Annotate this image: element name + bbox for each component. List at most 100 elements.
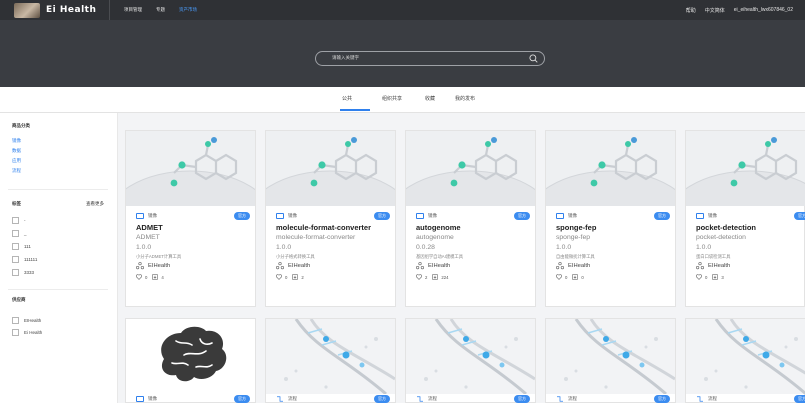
asset-type: 镜像 (136, 396, 157, 402)
download-count: 0 (581, 274, 584, 280)
search-icon[interactable] (529, 54, 538, 63)
asset-name[interactable]: ADMET (136, 223, 163, 232)
monitor-icon (696, 213, 704, 219)
search-placeholder: 请输入关键字 (332, 55, 359, 60)
asset-type-label: 镜像 (288, 213, 297, 218)
asset-description: 小分子格式转换工具 (276, 254, 315, 259)
asset-type: 流程 (556, 396, 577, 402)
brain-icon (161, 326, 227, 382)
tab-favorites[interactable]: 收藏 (425, 95, 435, 102)
asset-name[interactable]: molecule-format-converter (276, 223, 371, 232)
app-logo[interactable]: Ei Health (0, 0, 110, 20)
asset-card[interactable]: 官方 流程 (405, 318, 536, 403)
asset-description: 蛋白口袋检测工具 (696, 254, 731, 259)
supplier-checkbox[interactable]: Ei Health (12, 329, 42, 336)
asset-type: 镜像 (416, 213, 437, 219)
asset-card[interactable]: 官方 流程 (265, 318, 396, 403)
asset-type-label: 镜像 (428, 213, 437, 218)
nav-item-topics[interactable]: 专题 (156, 7, 165, 13)
asset-author: EIHealth (696, 262, 730, 270)
asset-card[interactable]: 官方 流程 (545, 318, 676, 403)
monitor-icon (276, 213, 284, 219)
tag-checkbox[interactable]: - (12, 217, 26, 224)
supplier-checkbox[interactable]: EIHealth (12, 317, 41, 324)
download-icon (712, 274, 719, 280)
heart-icon[interactable] (556, 274, 562, 280)
molecule-illustration (126, 131, 255, 206)
asset-name[interactable]: pocket-detection (696, 223, 756, 232)
asset-name[interactable]: autogenome (416, 223, 461, 232)
tab-strip: 公共 组织共享 收藏 我的发布 (0, 87, 805, 113)
checkbox-box (12, 317, 19, 324)
tag-label: 3333 (24, 270, 35, 275)
tags-title: 标签 (12, 201, 21, 206)
category-item-image[interactable]: 镜像 (12, 138, 21, 144)
category-title: 商品分类 (12, 123, 30, 128)
download-count: 224 (441, 274, 449, 280)
top-navigation-bar: Ei Health 项目管理 专题 资产市场 帮助 中文简体 ei_eiheal… (0, 0, 805, 20)
download-icon (292, 274, 299, 280)
heart-icon[interactable] (696, 274, 702, 280)
author-label: EIHealth (288, 263, 311, 269)
asset-card[interactable]: 官方 镜像 sponge-fep sponge-fep 1.0.0 自由能微扰计… (545, 130, 676, 307)
asset-type: 镜像 (696, 213, 717, 219)
heart-icon[interactable] (276, 274, 282, 280)
dna-illustration (546, 319, 675, 394)
language-switcher[interactable]: 中文简体 (705, 7, 725, 14)
checkbox-box (12, 217, 19, 224)
official-badge: 官方 (374, 212, 390, 220)
monitor-icon (136, 213, 144, 219)
tag-checkbox[interactable]: 111111 (12, 256, 37, 263)
tab-public[interactable]: 公共 (342, 95, 352, 102)
tags-view-more-link[interactable]: 查看更多 (86, 201, 104, 207)
asset-type-label: 流程 (288, 396, 297, 401)
molecule-icon (406, 137, 535, 206)
cluster-icon (696, 262, 704, 270)
asset-card[interactable]: 官方 流程 (685, 318, 805, 403)
asset-subname: sponge-fep (556, 234, 591, 241)
asset-card[interactable]: 官方 镜像 ADMET ADMET 1.0.0 小分子ADMET计算工具 EIH… (125, 130, 256, 307)
tag-checkbox[interactable]: 3333 (12, 269, 34, 276)
asset-type: 镜像 (136, 213, 157, 219)
nav-item-project-management[interactable]: 项目管理 (124, 7, 142, 13)
asset-type-label: 镜像 (708, 213, 717, 218)
supplier-label: Ei Health (24, 330, 43, 335)
tag-label: - (24, 218, 26, 223)
filter-sidebar: 商品分类 镜像 数据 应用 流程 标签 查看更多 - _ 111 111111 … (0, 113, 118, 403)
asset-author: EIHealth (416, 262, 450, 270)
asset-card[interactable]: 官方 镜像 pocket-detection pocket-detection … (685, 130, 805, 307)
tab-org-shared[interactable]: 组织共享 (382, 95, 402, 102)
tab-my-published[interactable]: 我的发布 (455, 95, 475, 102)
asset-name[interactable]: sponge-fep (556, 223, 596, 232)
asset-version: 1.0.0 (556, 244, 572, 251)
search-input[interactable]: 请输入关键字 (315, 51, 545, 66)
supplier-label: EIHealth (24, 318, 42, 323)
help-link[interactable]: 帮助 (686, 7, 696, 14)
user-menu[interactable]: ei_eihealth_lwx607846_02 (734, 7, 793, 14)
heart-icon[interactable] (136, 274, 142, 280)
asset-card[interactable]: 官方 镜像 molecule-format-converter molecule… (265, 130, 396, 307)
like-count: 0 (705, 274, 708, 280)
asset-type: 流程 (276, 396, 297, 402)
tag-checkbox[interactable]: 111 (12, 243, 31, 250)
category-item-workflow[interactable]: 流程 (12, 168, 21, 174)
asset-card[interactable]: 官方 镜像 autogenome autogenome 0.0.28 基因组学自… (405, 130, 536, 307)
heart-icon[interactable] (416, 274, 422, 280)
category-item-application[interactable]: 应用 (12, 158, 21, 164)
dna-illustration (406, 319, 535, 394)
download-count: 4 (161, 274, 164, 280)
official-badge: 官方 (514, 212, 530, 220)
nav-item-asset-market[interactable]: 资产市场 (179, 7, 197, 13)
like-count: 0 (145, 274, 148, 280)
like-count: 2 (425, 274, 428, 280)
official-badge: 官方 (514, 395, 530, 403)
tag-checkbox[interactable]: _ (12, 230, 27, 237)
asset-type-label: 镜像 (148, 213, 157, 218)
asset-type-label: 镜像 (148, 396, 157, 401)
asset-card[interactable]: 官方 镜像 (125, 318, 256, 403)
asset-version: 1.0.0 (136, 244, 152, 251)
tag-label: 111111 (24, 257, 38, 262)
cluster-icon (276, 262, 284, 270)
sidebar-divider (8, 289, 108, 290)
category-item-data[interactable]: 数据 (12, 148, 21, 154)
